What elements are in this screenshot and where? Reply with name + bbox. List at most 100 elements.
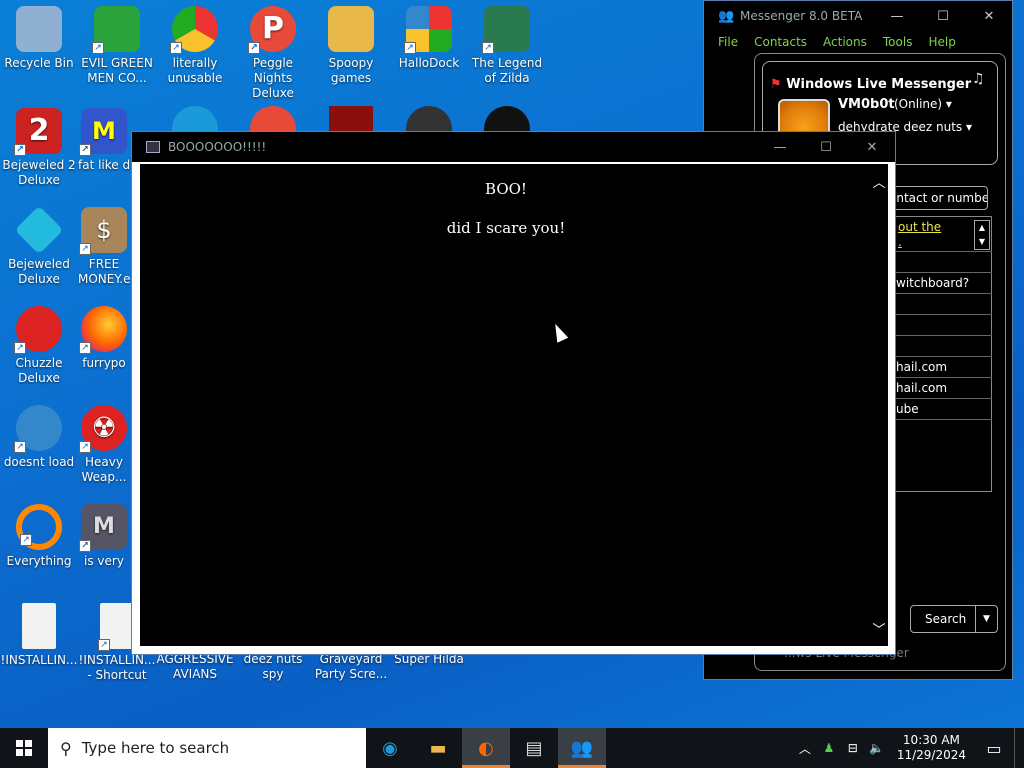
show-desktop-button[interactable] [1014, 728, 1024, 768]
taskbar-edge[interactable]: ◉ [366, 728, 414, 768]
desktop-icon-installing[interactable]: !INSTALLIN... [0, 603, 78, 668]
radiation-icon: ☢ ↗ [79, 405, 127, 453]
user-name[interactable]: VM0b0t [838, 97, 895, 112]
desktop-icon-spoopy-games[interactable]: Spoopy games [312, 6, 390, 86]
messenger-brand: ⚑ Windows Live Messenger [770, 77, 972, 92]
desktop-icon-peggle-nights[interactable]: P ↗ Peggle Nights Deluxe [234, 6, 312, 101]
shortcut-arrow-icon: ↗ [404, 42, 416, 54]
taskbar-file-explorer[interactable]: ▬ [414, 728, 462, 768]
desktop-icon-label: Graveyard Party Scre... [314, 652, 388, 681]
app-icon[interactable] [484, 106, 530, 132]
thunderbird-icon: ↗ [14, 405, 62, 453]
desktop-icon-everything[interactable]: ↗ Everything [0, 504, 78, 569]
desktop-icon-label: deez nuts spy [243, 652, 303, 681]
menu-contacts[interactable]: Contacts [754, 35, 807, 49]
mp-shield-icon: M ↗ [79, 504, 127, 552]
desktop-icon-graveyard-party[interactable]: Graveyard Party Scre... [312, 652, 390, 682]
desktop-icon-evil-green-men[interactable]: ↗ EVIL GREEN MEN CO... [78, 6, 156, 86]
ad-link[interactable]: out the. [898, 220, 941, 250]
list-item[interactable]: witchboard? [884, 272, 992, 293]
desktop-icon-recycle-bin[interactable]: Recycle Bin [0, 6, 78, 71]
taskbar-window[interactable]: ▤ [510, 728, 558, 768]
minimize-icon[interactable]: — [874, 9, 920, 24]
popup-titlebar[interactable]: BOOOOOOO!!!!! — ☐ ✕ [132, 132, 895, 162]
messenger-tray-icon[interactable]: ♟ [817, 741, 841, 755]
shortcut-arrow-icon: ↗ [482, 42, 494, 54]
maximize-icon[interactable]: ☐ [803, 140, 849, 155]
desktop-icon-label: doesnt load [3, 455, 75, 469]
menu-help[interactable]: Help [928, 35, 955, 49]
search-contacts-input[interactable]: ontact or numbe [884, 186, 988, 210]
desktop-icon-label: FREE MONEY.e [78, 257, 130, 286]
start-button[interactable] [0, 728, 48, 768]
notification-icon[interactable]: ▭ [974, 739, 1014, 758]
desktop-icon-label: !INSTALLIN... - Shortcut [78, 653, 156, 682]
folder-icon: ▬ [429, 737, 447, 759]
list-item[interactable] [884, 335, 992, 356]
desktop-icon-bejeweled[interactable]: Bejeweled Deluxe [0, 205, 78, 287]
desktop-icon-bejeweled-2[interactable]: 2 ↗ Bejeweled 2 Deluxe [0, 108, 78, 188]
desktop-icon-doesnt-load[interactable]: ↗ doesnt load [0, 405, 78, 470]
desktop-icon-is-very[interactable]: M ↗ is very [78, 504, 130, 569]
list-item[interactable] [884, 293, 992, 314]
close-icon[interactable]: ✕ [849, 140, 895, 155]
clock[interactable]: 10:30 AM 11/29/2024 [889, 733, 974, 763]
desktop-icon-label: is very [84, 554, 124, 568]
list-scrollbar[interactable]: ▲ ▼ [974, 220, 990, 250]
desktop-icon-chuzzle[interactable]: ↗ Chuzzle Deluxe [0, 306, 78, 386]
list-item[interactable]: hail.com [884, 356, 992, 377]
text-file-icon [22, 603, 56, 649]
user-status[interactable]: (Online) ▾ [894, 97, 952, 111]
desktop-icon-furrypo[interactable]: ↗ furrypo [78, 306, 130, 371]
app-icon[interactable] [406, 106, 452, 132]
edge-icon[interactable] [172, 106, 218, 132]
desktop-icon-label: fat like da [78, 158, 130, 172]
search-button[interactable]: Search ▼ [910, 605, 998, 633]
magnifier-icon: ↗ [16, 504, 62, 550]
taskbar-firefox[interactable]: ◐ [462, 728, 510, 768]
peggle-icon[interactable] [250, 106, 296, 132]
volume-icon[interactable]: 🔈 [865, 741, 889, 755]
maximize-icon[interactable]: ☐ [920, 9, 966, 24]
desktop-icon-aggressive-avians[interactable]: AGGRESSIVE AVIANS [156, 652, 234, 682]
list-item[interactable] [884, 251, 992, 272]
list-item[interactable]: hail.com [884, 377, 992, 398]
desktop-icon-deez-nuts-spy[interactable]: deez nuts spy [234, 652, 312, 682]
minimize-icon[interactable]: — [757, 140, 803, 155]
desktop-icon-label: Everything [6, 554, 72, 568]
popup-heading: BOO! [485, 180, 527, 198]
taskbar-search[interactable]: ⚲ Type here to search [48, 728, 366, 768]
desktop-icon-heavy-weapon[interactable]: ☢ ↗ Heavy Weap... [78, 405, 130, 485]
scroll-down-icon[interactable]: ﹀ [870, 619, 888, 638]
close-icon[interactable]: ✕ [966, 9, 1012, 24]
firefox-icon: ↗ [79, 306, 127, 354]
list-item[interactable] [884, 314, 992, 335]
messenger-titlebar[interactable]: 👥 Messenger 8.0 BETA — ☐ ✕ [704, 1, 1012, 31]
list-item[interactable]: ube [884, 398, 992, 419]
messenger-people-icon: ↗ [92, 6, 140, 54]
menu-file[interactable]: File [718, 35, 738, 49]
desktop-icon-free-money[interactable]: $ ↗ FREE MONEY.e [78, 207, 130, 287]
bell-icon[interactable]: ♫ [972, 71, 985, 87]
menu-actions[interactable]: Actions [823, 35, 867, 49]
desktop-icon-label: literally unusable [167, 56, 223, 85]
taskbar-messenger[interactable]: 👥 [558, 728, 606, 768]
popup-scrollbar[interactable]: ︿ ﹀ [870, 164, 888, 646]
chevron-down-icon[interactable]: ▼ [975, 606, 997, 632]
boo-popup-window[interactable]: BOOOOOOO!!!!! — ☐ ✕ BOO! did I scare you… [131, 131, 896, 655]
menu-tools[interactable]: Tools [883, 35, 913, 49]
desktop-icon-label: Recycle Bin [4, 56, 74, 70]
scroll-up-icon[interactable]: ︿ [870, 172, 888, 191]
desktop-icon-legend-of-zilda[interactable]: ↗ The Legend of Zilda [468, 6, 546, 86]
desktop-icon-fat-like-da[interactable]: M↗ fat like da [78, 108, 130, 173]
list-item[interactable] [884, 419, 992, 440]
desktop-icon-label: furrypo [82, 356, 126, 370]
flash-icon[interactable] [329, 106, 373, 132]
system-tray: ︿ ♟ ⊟ 🔈 10:30 AM 11/29/2024 ▭ [793, 728, 1024, 768]
desktop-icon-hallodock[interactable]: ↗ HalloDock [390, 6, 468, 71]
network-icon[interactable]: ⊟ [841, 741, 865, 755]
chevron-up-icon[interactable]: ︿ [793, 740, 817, 757]
shortcut-arrow-icon: ↗ [14, 441, 26, 453]
shortcut-arrow-icon: ↗ [79, 243, 91, 255]
desktop-icon-literally-unusable[interactable]: ↗ literally unusable [156, 6, 234, 86]
